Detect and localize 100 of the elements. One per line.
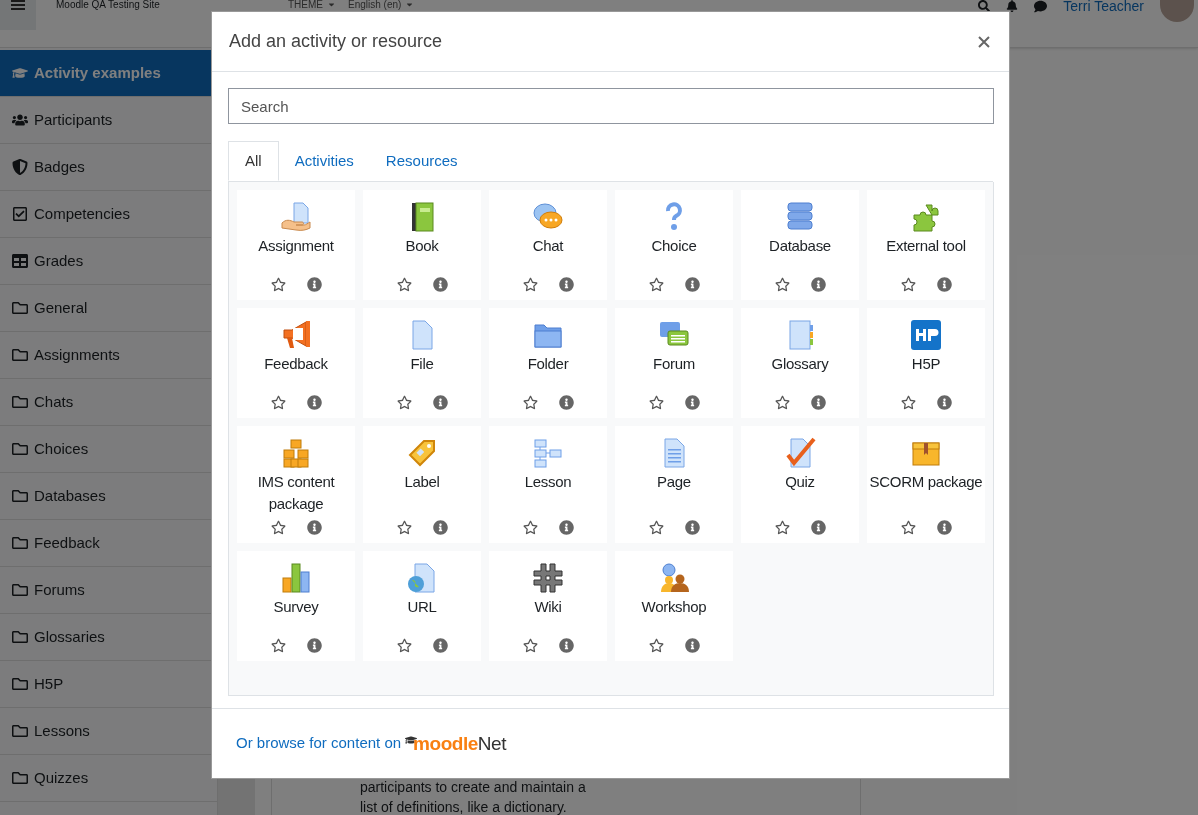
info-button[interactable] — [684, 637, 700, 653]
module-card[interactable]: URL — [363, 551, 481, 661]
module-card[interactable]: Chat — [489, 190, 607, 300]
module-card[interactable]: Wiki — [489, 551, 607, 661]
info-icon — [306, 519, 322, 535]
module-card[interactable]: Page — [615, 426, 733, 543]
caret-icon — [405, 0, 415, 9]
module-name: Wiki — [534, 597, 562, 617]
star-button[interactable] — [648, 276, 664, 292]
info-icon — [432, 394, 448, 410]
module-card[interactable]: Feedback — [237, 308, 355, 418]
speech-bubble-icon[interactable] — [1034, 0, 1048, 13]
info-icon — [684, 519, 700, 535]
search-icon[interactable] — [978, 0, 991, 12]
info-button[interactable] — [810, 394, 826, 410]
star-button[interactable] — [396, 519, 412, 535]
moodlenet-logo[interactable]: moodleNet — [405, 733, 506, 754]
module-card[interactable]: Database — [741, 190, 859, 300]
module-card[interactable]: File — [363, 308, 481, 418]
star-button[interactable] — [774, 519, 790, 535]
module-card[interactable]: Choice — [615, 190, 733, 300]
star-button[interactable] — [522, 276, 538, 292]
tab[interactable]: Activities — [278, 141, 370, 181]
dropdown-menu[interactable]: English (en) — [348, 0, 415, 10]
info-icon — [432, 637, 448, 653]
checkbox-icon — [12, 206, 28, 222]
close-icon — [978, 35, 990, 48]
module-card[interactable]: H5P — [867, 308, 985, 418]
star-button[interactable] — [396, 394, 412, 410]
search-field[interactable]: Search — [228, 88, 994, 124]
graduation-cap-icon — [12, 65, 28, 81]
star-button[interactable] — [270, 394, 286, 410]
star-button[interactable] — [270, 519, 286, 535]
info-button[interactable] — [432, 276, 448, 292]
star-button[interactable] — [396, 637, 412, 653]
star-button[interactable] — [900, 394, 916, 410]
info-button[interactable] — [936, 394, 952, 410]
module-name: External tool — [886, 236, 966, 256]
module-card[interactable]: Glossary — [741, 308, 859, 418]
star-button[interactable] — [648, 637, 664, 653]
module-card[interactable]: Label — [363, 426, 481, 543]
star-button[interactable] — [270, 276, 286, 292]
module-card[interactable]: Folder — [489, 308, 607, 418]
module-name: SCORM package — [869, 472, 983, 492]
module-card[interactable]: Survey — [237, 551, 355, 661]
modal-title: Add an activity or resource — [229, 30, 443, 53]
info-button[interactable] — [306, 276, 322, 292]
tab[interactable]: All — [228, 141, 279, 181]
info-button[interactable] — [558, 394, 574, 410]
info-button[interactable] — [306, 394, 322, 410]
info-button[interactable] — [558, 637, 574, 653]
info-button[interactable] — [684, 519, 700, 535]
star-button[interactable] — [522, 637, 538, 653]
table-icon — [12, 253, 28, 269]
info-button[interactable] — [306, 519, 322, 535]
star-icon — [522, 519, 538, 535]
info-button[interactable] — [432, 394, 448, 410]
info-button[interactable] — [432, 519, 448, 535]
info-button[interactable] — [684, 276, 700, 292]
star-button[interactable] — [522, 394, 538, 410]
flowchart-icon — [532, 437, 564, 469]
close-button[interactable] — [976, 33, 992, 50]
browse-link[interactable]: Or browse for content on — [236, 732, 402, 755]
module-card[interactable]: Lesson — [489, 426, 607, 543]
info-button[interactable] — [432, 637, 448, 653]
info-button[interactable] — [936, 276, 952, 292]
module-card[interactable]: Forum — [615, 308, 733, 418]
info-button[interactable] — [558, 276, 574, 292]
star-button[interactable] — [774, 276, 790, 292]
module-card[interactable]: SCORM package — [867, 426, 985, 543]
star-button[interactable] — [648, 519, 664, 535]
star-button[interactable] — [648, 394, 664, 410]
module-card[interactable]: IMS content package — [237, 426, 355, 543]
menu-button[interactable] — [0, 0, 36, 30]
info-button[interactable] — [810, 276, 826, 292]
tab[interactable]: Resources — [369, 141, 474, 181]
star-button[interactable] — [522, 519, 538, 535]
module-card[interactable]: Assignment — [237, 190, 355, 300]
module-card[interactable]: Workshop — [615, 551, 733, 661]
star-button[interactable] — [900, 276, 916, 292]
info-button[interactable] — [936, 519, 952, 535]
module-card[interactable]: Book — [363, 190, 481, 300]
info-button[interactable] — [558, 519, 574, 535]
star-button[interactable] — [396, 276, 412, 292]
info-button[interactable] — [810, 519, 826, 535]
info-icon — [684, 276, 700, 292]
module-card[interactable]: External tool — [867, 190, 985, 300]
shield-icon — [12, 159, 28, 175]
star-button[interactable] — [270, 637, 286, 653]
info-button[interactable] — [684, 394, 700, 410]
star-button[interactable] — [900, 519, 916, 535]
bell-icon[interactable] — [1006, 0, 1019, 12]
info-button[interactable] — [306, 637, 322, 653]
site-name[interactable]: Moodle QA Testing Site — [56, 0, 276, 10]
star-button[interactable] — [774, 394, 790, 410]
dropdown-menu[interactable]: THEME — [288, 0, 336, 10]
hash-icon — [532, 562, 564, 594]
module-card[interactable]: Quiz — [741, 426, 859, 543]
star-icon — [648, 519, 664, 535]
folder-icon — [12, 770, 28, 786]
